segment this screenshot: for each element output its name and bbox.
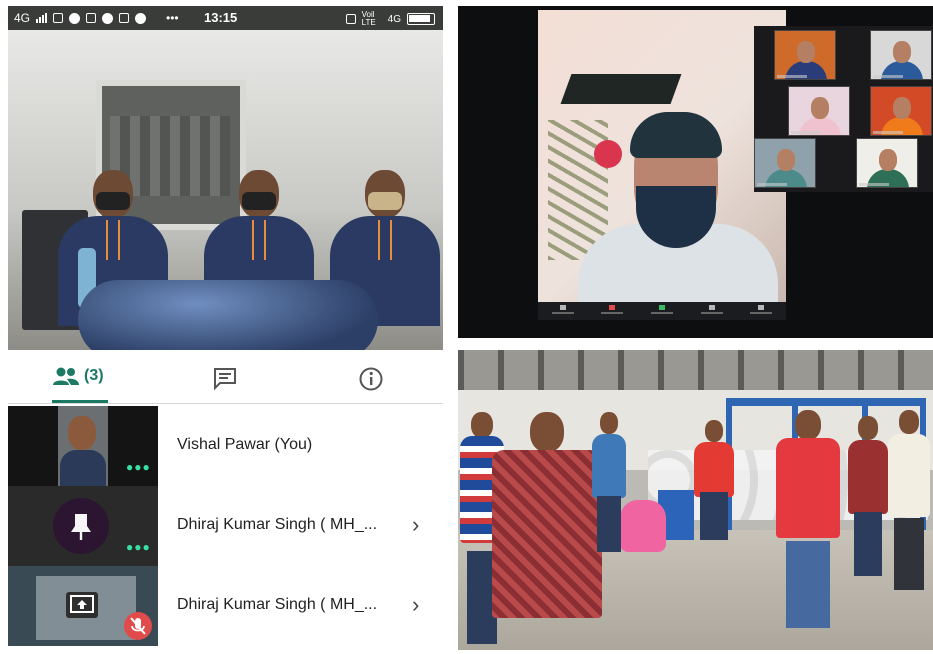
meeting-tabs: (3) <box>8 356 443 404</box>
gallery-notification-icon <box>53 13 64 23</box>
reactions-toolbar-icon <box>746 305 776 317</box>
people-count: (3) <box>84 367 104 384</box>
participant-name: Vishal Pawar (You) <box>177 436 313 453</box>
network-label: 4G <box>387 13 401 25</box>
signal-label: 4G <box>14 11 31 25</box>
worker-person <box>592 412 626 552</box>
active-tab-indicator <box>52 400 108 403</box>
record-toolbar-icon <box>697 305 727 317</box>
participant-row[interactable]: Dhiraj Kumar Singh ( MH_... › <box>8 566 443 646</box>
worker-person <box>888 410 930 590</box>
video-call-monitor-photo <box>458 6 933 338</box>
screen-share-badge <box>66 592 98 618</box>
clock-time: 13:15 <box>204 10 238 25</box>
participant-row[interactable]: ●●● Vishal Pawar (You) <box>8 406 443 486</box>
vibrate-icon <box>345 14 356 24</box>
worker-person <box>492 412 602 650</box>
upload-notification-icon <box>102 12 114 24</box>
warehouse-meeting-photo <box>458 350 933 650</box>
mic-off-icon <box>130 617 146 635</box>
participant-thumbnail <box>8 566 158 646</box>
speaking-indicator-icon: ●●● <box>126 460 151 474</box>
chevron-right-icon[interactable]: › <box>412 592 419 618</box>
participant-gallery <box>754 26 933 192</box>
call-toolbar <box>538 302 786 320</box>
pin-icon <box>71 514 91 540</box>
tab-people[interactable]: (3) <box>52 366 122 386</box>
participant-thumbnail: ●●● <box>8 406 158 486</box>
self-camera-video <box>8 30 443 350</box>
share-screen-toolbar-icon <box>647 305 677 317</box>
volte-label: Voil LTE <box>361 10 376 27</box>
clock-notification-icon <box>135 12 147 24</box>
worker-person <box>848 416 888 576</box>
pinned-avatar <box>53 498 109 554</box>
tab-info[interactable] <box>358 366 384 392</box>
worker-person <box>694 420 734 540</box>
backpack <box>78 280 378 350</box>
tab-chat[interactable] <box>212 366 238 390</box>
participant-row[interactable]: ●●● Dhiraj Kumar Singh ( MH_... › <box>8 486 443 566</box>
participants-toolbar-icon <box>548 305 578 317</box>
chat-toolbar-icon <box>597 305 627 317</box>
active-speaker-video <box>538 10 786 302</box>
participant-name: Dhiraj Kumar Singh ( MH_... <box>177 516 378 533</box>
battery-icon <box>407 13 435 25</box>
chat-icon <box>214 368 236 390</box>
participant-name: Dhiraj Kumar Singh ( MH_... <box>177 596 378 613</box>
participant-thumbnail: ●●● <box>8 486 158 566</box>
worker-person <box>776 410 840 628</box>
calendar-notification-icon <box>86 13 97 23</box>
meeting-app-screen: 4G ••• 13:15 Voil LTE 4G (3) ●●● Vishal … <box>8 6 443 646</box>
document-notification-icon <box>119 13 130 23</box>
info-icon <box>359 367 383 391</box>
signal-bars-icon <box>36 13 48 23</box>
more-notifications-icon: ••• <box>166 11 179 25</box>
chevron-right-icon[interactable]: › <box>412 512 419 538</box>
screen-share-icon <box>70 595 94 613</box>
status-bar: 4G ••• 13:15 Voil LTE 4G <box>8 6 443 30</box>
pink-bag <box>620 500 666 552</box>
speaking-indicator-icon: ●●● <box>126 540 151 554</box>
muted-badge <box>124 612 152 640</box>
check-notification-icon <box>69 12 81 24</box>
people-icon <box>53 367 79 385</box>
